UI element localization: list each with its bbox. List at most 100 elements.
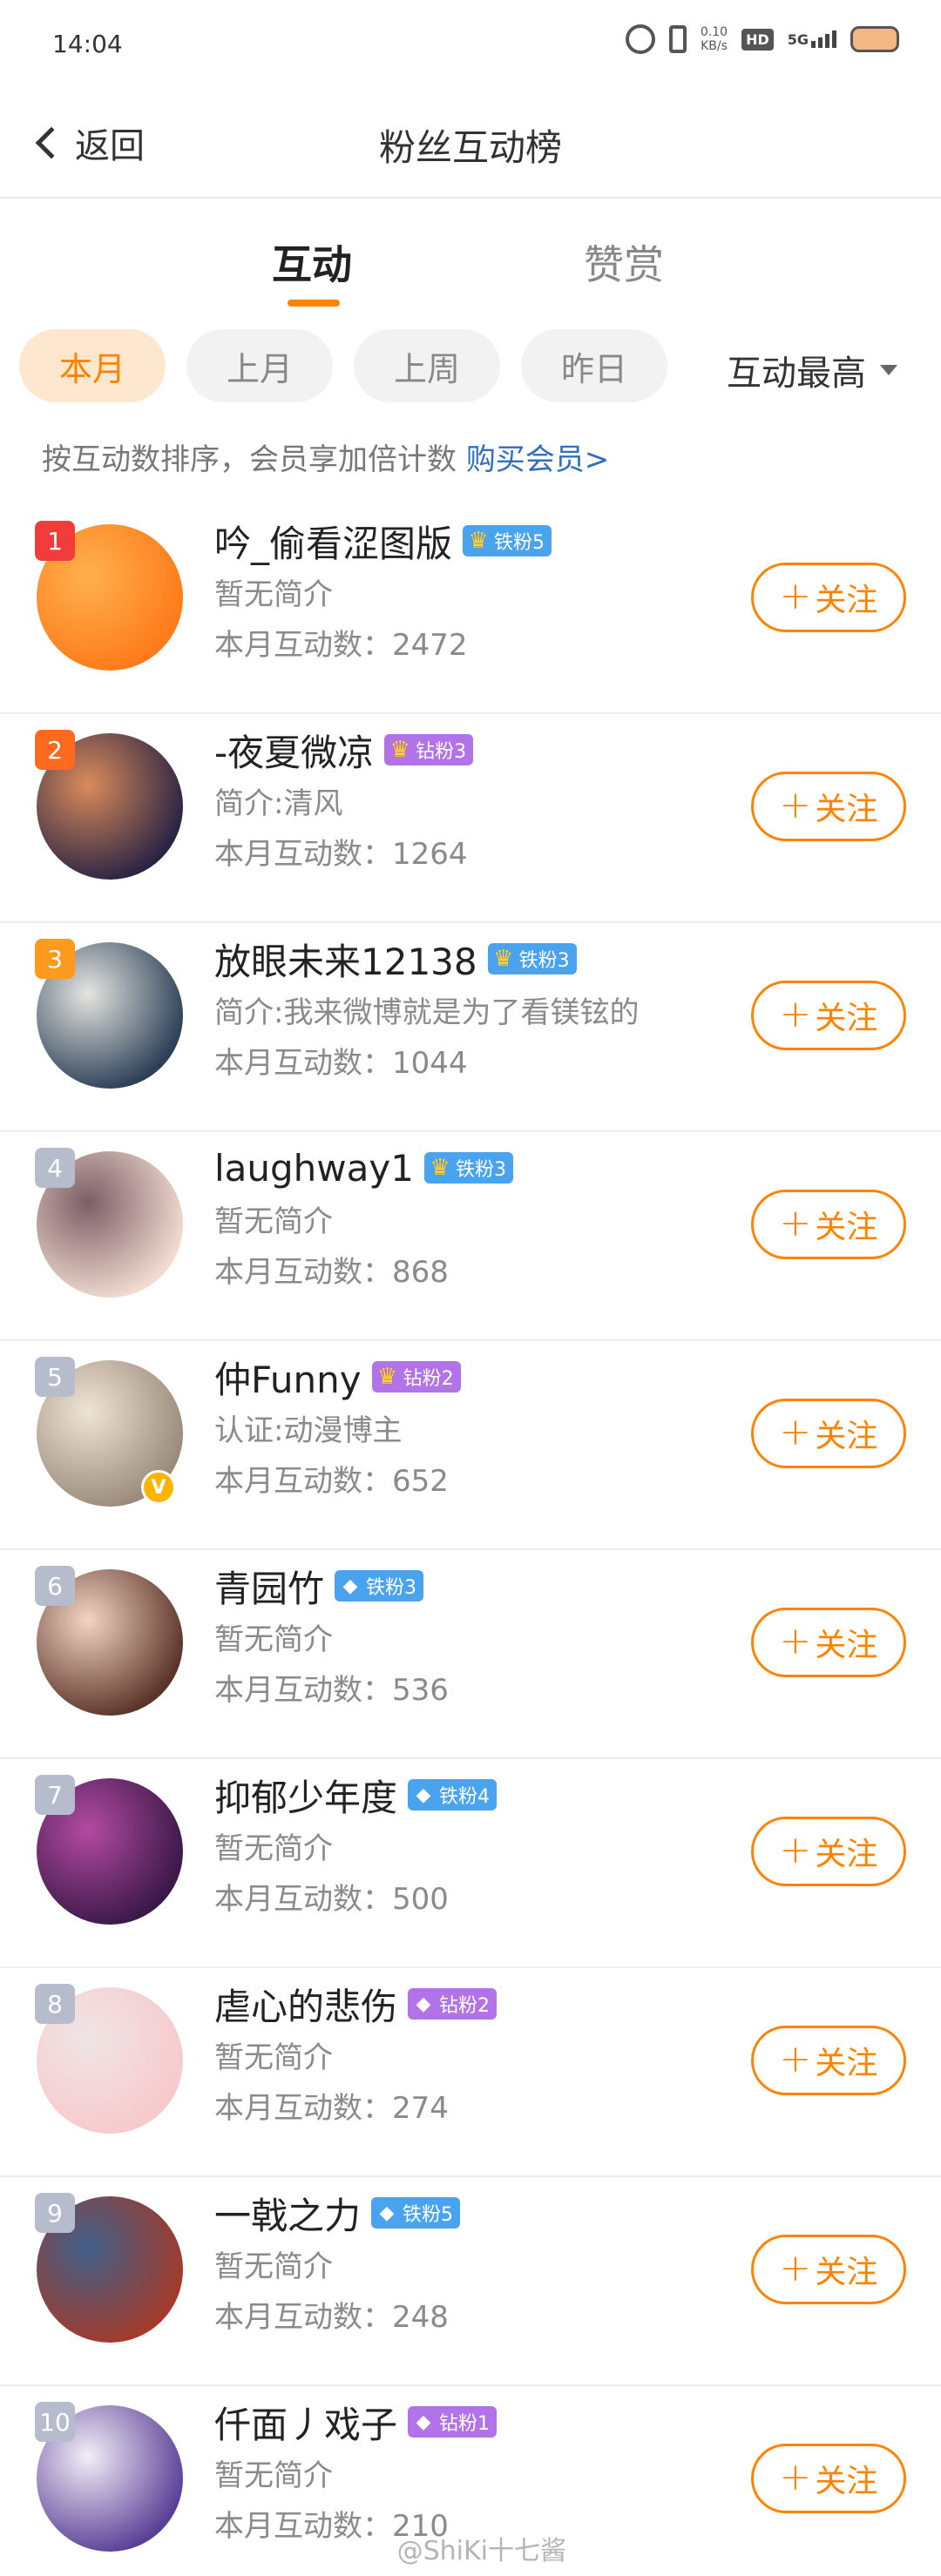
caret-down-icon bbox=[880, 365, 897, 375]
fan-name[interactable]: -夜夏微凉 bbox=[214, 724, 374, 777]
fan-level-badge: ♛ 铁粉3 bbox=[487, 943, 577, 974]
fan-level-label: 钻粉2 bbox=[403, 1368, 454, 1390]
follow-label: 关注 bbox=[815, 1628, 878, 1663]
buy-membership-link[interactable]: 购买会员> bbox=[466, 442, 610, 477]
name-line: 仲Funny ♛ 钻粉2 bbox=[214, 1348, 720, 1406]
plus-icon: + bbox=[779, 1200, 812, 1245]
fan-description: 暂无简介 bbox=[214, 2040, 333, 2075]
tab-interaction[interactable]: 互动 bbox=[272, 233, 352, 291]
fan-info: 吟_偷看涩图版 ♛ 铁粉5 暂无简介 本月互动数：2472 bbox=[214, 512, 720, 671]
follow-button[interactable]: + 关注 bbox=[751, 2235, 906, 2304]
fan-row[interactable]: 2 -夜夏微凉 ♛ 钻粉3 简介:清风 本月互动数：1264 + 关注 bbox=[0, 714, 941, 923]
fan-name[interactable]: 青园竹 bbox=[214, 1560, 324, 1613]
watermark: @ShiKi十七酱 bbox=[396, 2536, 566, 2566]
follow-label: 关注 bbox=[815, 583, 878, 618]
filter-yesterday[interactable]: 昨日 bbox=[521, 329, 667, 402]
follow-label: 关注 bbox=[815, 1419, 878, 1454]
fan-description: 暂无简介 bbox=[214, 2458, 333, 2493]
fan-description: 暂无简介 bbox=[214, 1622, 333, 1657]
filter-last-week[interactable]: 上周 bbox=[354, 329, 500, 402]
tab-reward[interactable]: 赞赏 bbox=[584, 233, 664, 291]
crown-icon: ♛ bbox=[389, 737, 410, 763]
follow-button[interactable]: + 关注 bbox=[751, 1399, 906, 1468]
rank-badge: 8 bbox=[35, 1984, 75, 2024]
interaction-count: 本月互动数：536 bbox=[214, 1673, 449, 1708]
fan-row[interactable]: 1 吟_偷看涩图版 ♛ 铁粉5 暂无简介 本月互动数：2472 + 关注 bbox=[0, 505, 941, 714]
fan-row[interactable]: 8 虐心的悲伤 ◆ 钻粉2 暂无简介 本月互动数：274 + 关注 bbox=[0, 1968, 941, 2177]
hd-icon: HD bbox=[741, 28, 774, 51]
follow-button[interactable]: + 关注 bbox=[751, 772, 906, 841]
fan-level-label: 铁粉5 bbox=[403, 2204, 454, 2226]
follow-button[interactable]: + 关注 bbox=[751, 563, 906, 632]
follow-label: 关注 bbox=[815, 2046, 878, 2081]
follow-button[interactable]: + 关注 bbox=[751, 2444, 906, 2513]
rank-badge: 7 bbox=[35, 1775, 75, 1815]
filter-last-month[interactable]: 上月 bbox=[186, 329, 333, 402]
fan-row[interactable]: 7 抑郁少年度 ◆ 铁粉4 暂无简介 本月互动数：500 + 关注 bbox=[0, 1759, 941, 1968]
fan-row[interactable]: 6 青园竹 ◆ 铁粉3 暂无简介 本月互动数：536 + 关注 bbox=[0, 1550, 941, 1759]
period-filters: 本月 上月 上周 昨日 互动最高 bbox=[0, 329, 941, 404]
diamond-icon: ◆ bbox=[416, 2411, 431, 2433]
fan-name[interactable]: 吟_偷看涩图版 bbox=[214, 515, 452, 568]
fan-description: 暂无简介 bbox=[214, 1831, 333, 1866]
interaction-count: 本月互动数：1044 bbox=[214, 1046, 468, 1081]
diamond-icon: ◆ bbox=[342, 1575, 358, 1597]
plus-icon: + bbox=[779, 1618, 812, 1663]
vibrate-icon bbox=[668, 25, 687, 53]
network-speed-value: 0.10 bbox=[700, 25, 728, 39]
fan-name[interactable]: 仲Funny bbox=[214, 1351, 362, 1404]
follow-label: 关注 bbox=[815, 1210, 878, 1245]
fan-info: 抑郁少年度 ◆ 铁粉4 暂无简介 本月互动数：500 bbox=[214, 1766, 720, 1925]
follow-button[interactable]: + 关注 bbox=[751, 1817, 906, 1886]
follow-button[interactable]: + 关注 bbox=[751, 1190, 906, 1259]
fan-level-label: 铁粉4 bbox=[439, 1786, 491, 1808]
signal-icon: 5G bbox=[788, 30, 836, 48]
fan-list: 1 吟_偷看涩图版 ♛ 铁粉5 暂无简介 本月互动数：2472 + 关注 2 -… bbox=[0, 505, 941, 2576]
fan-name[interactable]: 仟面丿戏子 bbox=[214, 2396, 397, 2449]
sort-label: 互动最高 bbox=[727, 354, 866, 394]
interaction-count: 本月互动数：2472 bbox=[214, 628, 468, 663]
fan-name[interactable]: 抑郁少年度 bbox=[214, 1769, 397, 1822]
fan-level-badge: ♛ 钻粉2 bbox=[371, 1361, 461, 1393]
follow-label: 关注 bbox=[815, 2464, 878, 2499]
name-line: 放眼未来12138 ♛ 铁粉3 bbox=[214, 930, 720, 988]
fan-level-badge: ◆ 钻粉1 bbox=[408, 2406, 498, 2438]
fan-name[interactable]: 一戟之力 bbox=[214, 2187, 361, 2240]
fan-level-label: 钻粉2 bbox=[439, 1995, 491, 2017]
follow-button[interactable]: + 关注 bbox=[751, 981, 906, 1050]
sort-hint: 按互动数排序，会员享加倍计数 购买会员> bbox=[42, 435, 609, 478]
fan-level-label: 钻粉1 bbox=[439, 2413, 491, 2435]
filter-this-month[interactable]: 本月 bbox=[19, 329, 166, 402]
fan-name[interactable]: 放眼未来12138 bbox=[214, 933, 477, 986]
fan-level-label: 铁粉5 bbox=[494, 532, 545, 554]
fan-row[interactable]: 5 V 仲Funny ♛ 钻粉2 认证:动漫博主 本月互动数：652 + 关注 bbox=[0, 1341, 941, 1550]
fan-row[interactable]: 9 一戟之力 ◆ 铁粉5 暂无简介 本月互动数：248 + 关注 bbox=[0, 2177, 941, 2386]
name-line: 青园竹 ◆ 铁粉3 bbox=[214, 1557, 720, 1615]
active-tab-indicator bbox=[288, 300, 340, 307]
fan-row[interactable]: 3 放眼未来12138 ♛ 铁粉3 简介:我来微博就是为了看镁铉的 本月互动数：… bbox=[0, 923, 941, 1132]
sort-hint-text: 按互动数排序，会员享加倍计数 bbox=[42, 442, 457, 477]
interaction-count: 本月互动数：500 bbox=[214, 1882, 449, 1917]
alarm-icon bbox=[625, 24, 655, 54]
fan-name[interactable]: 虐心的悲伤 bbox=[214, 1978, 397, 2031]
fan-info: 仲Funny ♛ 钻粉2 认证:动漫博主 本月互动数：652 bbox=[214, 1348, 720, 1507]
fan-level-badge: ◆ 铁粉3 bbox=[335, 1570, 424, 1602]
follow-button[interactable]: + 关注 bbox=[751, 1608, 906, 1677]
rank-badge: 1 bbox=[35, 521, 75, 561]
fan-description: 暂无简介 bbox=[214, 577, 333, 612]
name-line: 仟面丿戏子 ◆ 钻粉1 bbox=[214, 2393, 720, 2451]
fan-level-badge: ♛ 铁粉3 bbox=[423, 1152, 513, 1183]
crown-icon: ♛ bbox=[492, 946, 514, 972]
follow-button[interactable]: + 关注 bbox=[751, 2026, 906, 2095]
fan-description: 简介:清风 bbox=[214, 786, 343, 821]
fan-level-badge: ◆ 铁粉4 bbox=[408, 1779, 498, 1811]
fan-level-label: 钻粉3 bbox=[416, 741, 467, 763]
diamond-icon: ◆ bbox=[416, 1784, 431, 1806]
rank-badge: 2 bbox=[35, 730, 75, 770]
fan-info: 一戟之力 ◆ 铁粉5 暂无简介 本月互动数：248 bbox=[214, 2184, 720, 2343]
fan-name[interactable]: laughway1 bbox=[214, 1147, 414, 1190]
plus-icon: + bbox=[779, 991, 812, 1036]
sort-dropdown[interactable]: 互动最高 bbox=[727, 345, 897, 395]
fan-row[interactable]: 4 laughway1 ♛ 铁粉3 暂无简介 本月互动数：868 + 关注 bbox=[0, 1132, 941, 1341]
interaction-count: 本月互动数：248 bbox=[214, 2300, 449, 2335]
